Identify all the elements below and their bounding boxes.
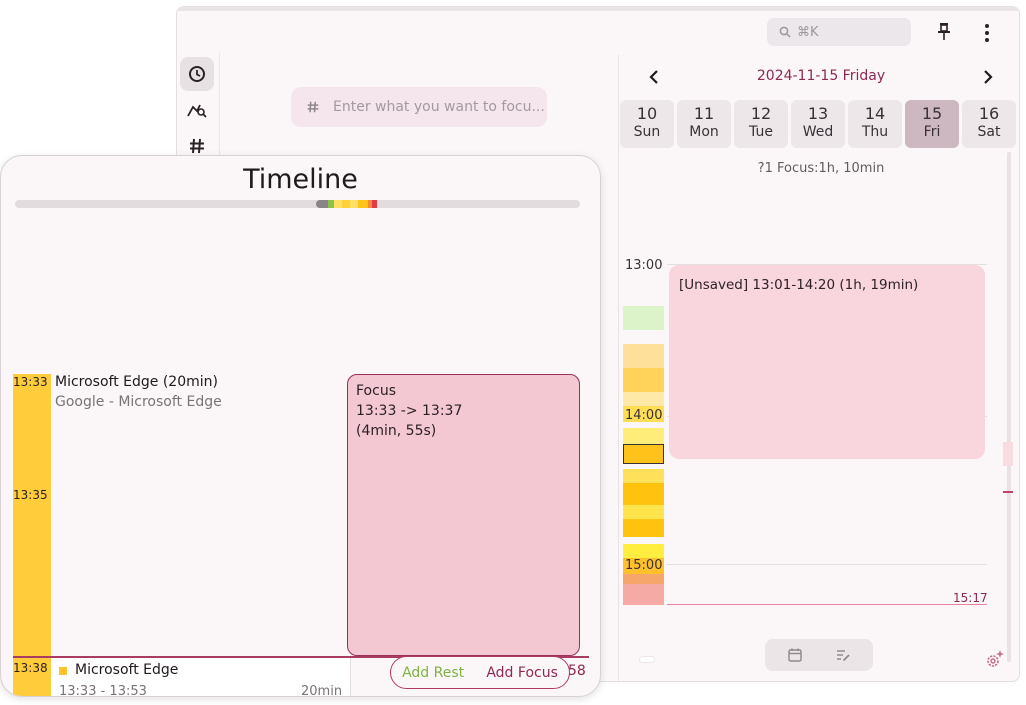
activity-block[interactable] (623, 574, 664, 584)
timeline-scrubber[interactable] (15, 200, 580, 208)
calendar-scrollbar[interactable] (1007, 152, 1011, 662)
activity-block[interactable] (623, 519, 664, 537)
focus-event[interactable]: [Unsaved] 13:01-14:20 (1h, 19min) (669, 265, 985, 459)
scrubber-segment (358, 200, 368, 208)
edge-marker (1003, 442, 1013, 466)
app-usage-subtitle: Google - Microsoft Edge (55, 394, 222, 410)
day-tab-sun[interactable]: 10 Sun (620, 100, 674, 148)
date-header: 2024-11-15 Friday (621, 65, 1019, 89)
add-focus-button[interactable]: Add Focus (486, 665, 558, 681)
day-number: 13 (807, 104, 829, 123)
day-name: Mon (689, 124, 719, 140)
day-name: Thu (861, 124, 889, 140)
activity-block[interactable] (623, 306, 664, 330)
day-tab-wed[interactable]: 13 Wed (791, 100, 845, 148)
day-number: 15 (921, 104, 943, 123)
day-summary: ?1 Focus:1h, 10min (757, 161, 885, 176)
scrubber-segment (372, 200, 377, 208)
pin-icon[interactable] (935, 21, 953, 43)
focus-session-title: Focus (356, 383, 396, 399)
day-tab-thu[interactable]: 14 Thu (848, 100, 902, 148)
activity-block[interactable] (623, 469, 664, 483)
day-name: Sat (977, 124, 1001, 140)
timeline-title: Timeline (243, 164, 358, 195)
add-rest-button[interactable]: Add Rest (402, 665, 464, 681)
timeline-popup: Timeline 13:33 13:35 13:38 Microsoft Edg… (0, 155, 601, 697)
focus-task-input[interactable]: Enter what you want to focu... (291, 87, 547, 127)
activity-block[interactable] (623, 344, 664, 368)
chart-search-icon (187, 104, 207, 118)
focus-session-range: 13:33 -> 13:37 (356, 403, 463, 419)
now-time-label: 15:17 (953, 591, 988, 605)
activity-block[interactable] (623, 392, 664, 406)
day-number: 11 (693, 104, 715, 123)
day-name: Sun (633, 124, 661, 140)
scrubber-segment (334, 200, 342, 208)
app-usage-bar[interactable] (13, 374, 51, 696)
focus-session-duration: (4min, 55s) (356, 423, 437, 439)
timeline-right-number: 58 (568, 663, 586, 679)
day-tab-sat[interactable]: 16 Sat (962, 100, 1016, 148)
small-toggle[interactable] (639, 656, 655, 663)
day-tab-tue[interactable]: 12 Tue (734, 100, 788, 148)
hour-label: 14:00 (625, 408, 663, 423)
day-tab-mon[interactable]: 11 Mon (677, 100, 731, 148)
clock-icon (189, 66, 205, 82)
nav-item-stats[interactable] (180, 93, 214, 127)
app-detail-duration: 20min (301, 684, 343, 697)
app-detail-title: Microsoft Edge (75, 662, 179, 678)
window-top-strip (177, 7, 1019, 11)
day-number: 14 (864, 104, 886, 123)
activity-block-selected[interactable] (623, 444, 664, 464)
hashtag-icon (307, 101, 319, 113)
now-line (667, 604, 987, 605)
day-number: 16 (978, 104, 1000, 123)
more-vert-icon[interactable] (982, 21, 992, 45)
pane-divider (618, 55, 619, 681)
hour-label: 13:00 (625, 258, 663, 273)
app-detail-time: 13:33 - 13:53 (59, 684, 147, 697)
search-shortcut: ⌘K (797, 24, 819, 40)
search-icon (779, 26, 791, 38)
settings-icon[interactable] (983, 649, 1005, 671)
hour-label: 15:00 (625, 558, 663, 573)
day-name: Tue (749, 124, 773, 140)
nav-item-timer[interactable] (180, 57, 214, 91)
scrubber-segment (316, 200, 328, 208)
day-name: Fri (923, 124, 941, 140)
hour-gridline (667, 564, 987, 565)
timeline-time-label: 13:35 (13, 488, 48, 502)
day-tab-fri[interactable]: 15 Fri (905, 100, 959, 148)
scrubber-segment (342, 200, 350, 208)
activity-block[interactable] (623, 368, 664, 392)
scrubber-segment (350, 200, 358, 208)
edge-marker (1003, 491, 1013, 493)
activity-block[interactable] (623, 584, 664, 605)
activity-block[interactable] (623, 483, 664, 505)
calendar-icon[interactable] (787, 647, 803, 663)
edit-notes-icon[interactable] (835, 647, 851, 663)
activity-block[interactable] (623, 505, 664, 519)
hashtag-icon (190, 138, 204, 154)
focus-session-block[interactable]: Focus 13:33 -> 13:37 (4min, 55s) (347, 374, 580, 656)
timeline-time-label: 13:38 (13, 661, 48, 675)
activity-block[interactable] (623, 544, 664, 558)
day-number: 12 (750, 104, 772, 123)
view-switcher (765, 639, 873, 671)
search-box[interactable]: ⌘K (767, 18, 911, 46)
app-color-dot (59, 667, 67, 675)
app-usage-title: Microsoft Edge (20min) (55, 374, 218, 390)
task-input-placeholder: Enter what you want to focu... (333, 99, 545, 115)
timeline-actions: Add Rest Add Focus (390, 656, 570, 689)
activity-block[interactable] (623, 428, 664, 444)
day-name: Wed (802, 124, 834, 140)
current-date: 2024-11-15 Friday (756, 68, 886, 84)
chevron-right-icon[interactable] (977, 67, 997, 87)
day-number: 10 (636, 104, 658, 123)
focus-event-label: [Unsaved] 13:01-14:20 (1h, 19min) (679, 277, 919, 293)
timeline-time-label: 13:33 (13, 375, 48, 389)
app-detail-card[interactable]: Microsoft Edge 13:33 - 13:53 20min (51, 658, 351, 697)
